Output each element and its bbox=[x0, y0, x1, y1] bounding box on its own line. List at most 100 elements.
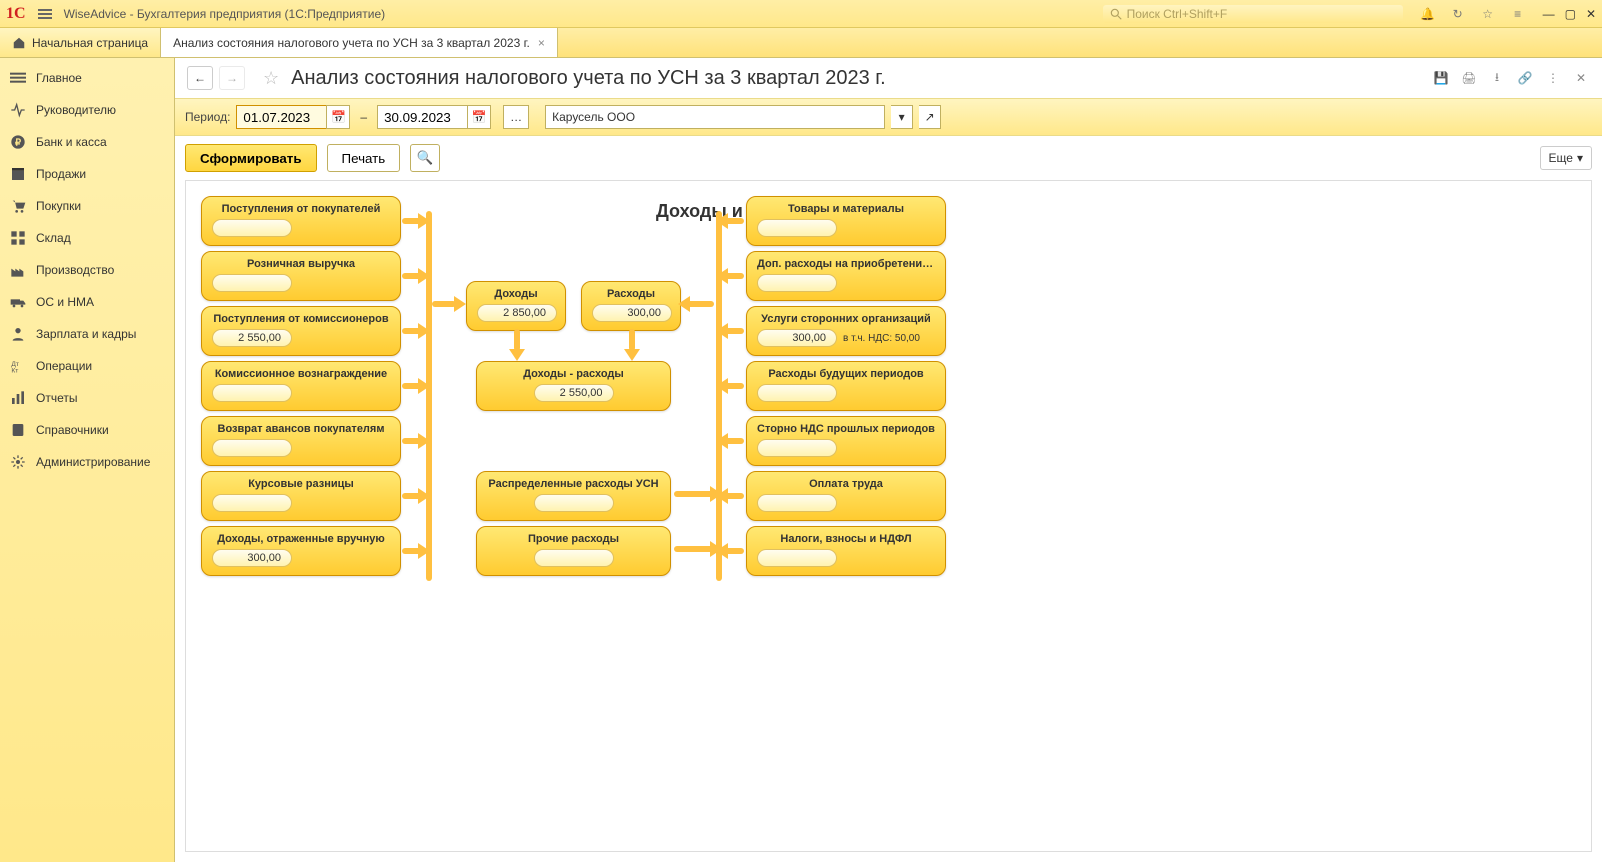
app-title: WiseAdvice - Бухгалтерия предприятия (1С… bbox=[64, 7, 386, 21]
date-to-input[interactable] bbox=[377, 105, 467, 129]
export-icon[interactable]: ⭳ bbox=[1488, 69, 1506, 87]
connector bbox=[426, 211, 432, 581]
block-right-5[interactable]: Оплата труда bbox=[746, 471, 946, 521]
sidebar-item-main[interactable]: Главное bbox=[0, 62, 174, 94]
maximize-icon[interactable]: ▢ bbox=[1565, 7, 1576, 21]
arrow-icon bbox=[716, 433, 728, 449]
sidebar-item-salary[interactable]: Зарплата и кадры bbox=[0, 318, 174, 350]
nav-forward-button[interactable]: → bbox=[219, 66, 245, 90]
ruble-icon: ₽ bbox=[10, 134, 26, 150]
block-left-6[interactable]: Доходы, отраженные вручную300,00 bbox=[201, 526, 401, 576]
block-right-0[interactable]: Товары и материалы bbox=[746, 196, 946, 246]
block-value: 300,00 bbox=[757, 329, 837, 347]
block-title: Прочие расходы bbox=[487, 533, 660, 545]
calendar-to-icon[interactable]: 📅 bbox=[467, 105, 491, 129]
svg-text:Кт: Кт bbox=[11, 368, 18, 374]
sidebar-item-manager[interactable]: Руководителю bbox=[0, 94, 174, 126]
block-left-5[interactable]: Курсовые разницы bbox=[201, 471, 401, 521]
block-right-1[interactable]: Доп. расходы на приобретение ТМЦ bbox=[746, 251, 946, 301]
block-note: в т.ч. НДС: 50,00 bbox=[843, 333, 920, 344]
page-title: Анализ состояния налогового учета по УСН… bbox=[291, 67, 886, 90]
sidebar-item-refs[interactable]: Справочники bbox=[0, 414, 174, 446]
block-expense[interactable]: Расходы 300,00 bbox=[581, 281, 681, 331]
block-other[interactable]: Прочие расходы bbox=[476, 526, 671, 576]
sidebar-item-bank[interactable]: ₽Банк и касса bbox=[0, 126, 174, 158]
block-right-2[interactable]: Услуги сторонних организаций 300,00 в т.ч.… bbox=[746, 306, 946, 356]
link-icon[interactable]: 🔗 bbox=[1516, 69, 1534, 87]
bell-icon[interactable]: 🔔 bbox=[1419, 5, 1437, 23]
block-right-3[interactable]: Расходы будущих периодов bbox=[746, 361, 946, 411]
operations-icon: ДтКт bbox=[10, 358, 26, 374]
sidebar-item-purchases[interactable]: Покупки bbox=[0, 190, 174, 222]
block-title: Сторно НДС прошлых периодов bbox=[757, 423, 935, 435]
sidebar-item-operations[interactable]: ДтКтОперации bbox=[0, 350, 174, 382]
star-icon[interactable]: ☆ bbox=[1479, 5, 1497, 23]
sidebar-item-sales[interactable]: Продажи bbox=[0, 158, 174, 190]
block-title: Оплата труда bbox=[757, 478, 935, 490]
menu-bars-icon bbox=[10, 70, 26, 86]
history-icon[interactable]: ↻ bbox=[1449, 5, 1467, 23]
sidebar-item-production[interactable]: Производство bbox=[0, 254, 174, 286]
cart-icon bbox=[10, 198, 26, 214]
org-input[interactable]: Карусель ООО bbox=[545, 105, 885, 129]
chart-icon bbox=[10, 390, 26, 406]
menu-icon[interactable]: ≡ bbox=[1509, 5, 1527, 23]
save-icon[interactable]: 💾 bbox=[1432, 69, 1450, 87]
block-right-4[interactable]: Сторно НДС прошлых периодов bbox=[746, 416, 946, 466]
nav-back-button[interactable]: ← bbox=[187, 66, 213, 90]
preview-button[interactable]: 🔍 bbox=[410, 144, 440, 172]
block-value: 2 850,00 bbox=[477, 304, 557, 322]
block-left-1[interactable]: Розничная выручка bbox=[201, 251, 401, 301]
org-open-icon[interactable]: ↗ bbox=[919, 105, 941, 129]
report-canvas: Доходы и расходы УСН Поступления от поку… bbox=[186, 181, 1166, 801]
block-distributed[interactable]: Распределенные расходы УСН bbox=[476, 471, 671, 521]
sidebar-item-warehouse[interactable]: Склад bbox=[0, 222, 174, 254]
more-label: Еще bbox=[1549, 151, 1573, 165]
org-dropdown-icon[interactable]: ▾ bbox=[891, 105, 913, 129]
block-left-2[interactable]: Поступления от комиссионеров2 550,00 bbox=[201, 306, 401, 356]
block-left-0[interactable]: Поступления от покупателей bbox=[201, 196, 401, 246]
block-left-3[interactable]: Комиссионное вознаграждение bbox=[201, 361, 401, 411]
block-title: Товары и материалы bbox=[757, 203, 935, 215]
box-icon bbox=[10, 166, 26, 182]
sidebar-item-os[interactable]: ОС и НМА bbox=[0, 286, 174, 318]
more-button[interactable]: Еще▾ bbox=[1540, 146, 1592, 170]
block-diff[interactable]: Доходы - расходы 2 550,00 bbox=[476, 361, 671, 411]
form-button[interactable]: Сформировать bbox=[185, 144, 317, 172]
block-title: Розничная выручка bbox=[212, 258, 390, 270]
favorite-star-icon[interactable]: ☆ bbox=[263, 68, 279, 89]
sidebar-item-reports[interactable]: Отчеты bbox=[0, 382, 174, 414]
block-income[interactable]: Доходы 2 850,00 bbox=[466, 281, 566, 331]
sidebar-item-admin[interactable]: Администрирование bbox=[0, 446, 174, 478]
global-search[interactable]: Поиск Ctrl+Shift+F bbox=[1103, 5, 1403, 23]
print-button[interactable]: Печать bbox=[327, 144, 401, 172]
arrow-icon bbox=[678, 296, 690, 312]
block-value bbox=[212, 439, 292, 457]
tab-close-icon[interactable]: × bbox=[538, 36, 545, 50]
block-title: Поступления от покупателей bbox=[212, 203, 390, 215]
print-icon[interactable]: 🖨 bbox=[1460, 69, 1478, 87]
tab-current[interactable]: Анализ состояния налогового учета по УСН… bbox=[161, 28, 558, 57]
arrow-icon bbox=[624, 349, 640, 361]
block-value bbox=[757, 439, 837, 457]
block-title: Комиссионное вознаграждение bbox=[212, 368, 390, 380]
block-value bbox=[212, 494, 292, 512]
kebab-icon[interactable]: ⋮ bbox=[1544, 69, 1562, 87]
close-icon[interactable]: ✕ bbox=[1586, 7, 1596, 21]
tab-home[interactable]: Начальная страница bbox=[0, 28, 161, 57]
hamburger-icon[interactable] bbox=[34, 3, 56, 25]
block-title: Распределенные расходы УСН bbox=[487, 478, 660, 490]
date-from-input[interactable] bbox=[236, 105, 326, 129]
block-left-4[interactable]: Возврат авансов покупателям bbox=[201, 416, 401, 466]
page-close-icon[interactable]: ✕ bbox=[1572, 69, 1590, 87]
period-picker-button[interactable]: … bbox=[503, 105, 529, 129]
block-value bbox=[757, 494, 837, 512]
block-right-6[interactable]: Налоги, взносы и НДФЛ bbox=[746, 526, 946, 576]
minimize-icon[interactable]: — bbox=[1543, 7, 1555, 21]
block-title: Услуги сторонних организаций bbox=[757, 313, 935, 325]
calendar-from-icon[interactable]: 📅 bbox=[326, 105, 350, 129]
tab-home-label: Начальная страница bbox=[32, 36, 148, 50]
gear-icon bbox=[10, 454, 26, 470]
arrow-icon bbox=[716, 323, 728, 339]
block-value: 2 550,00 bbox=[212, 329, 292, 347]
